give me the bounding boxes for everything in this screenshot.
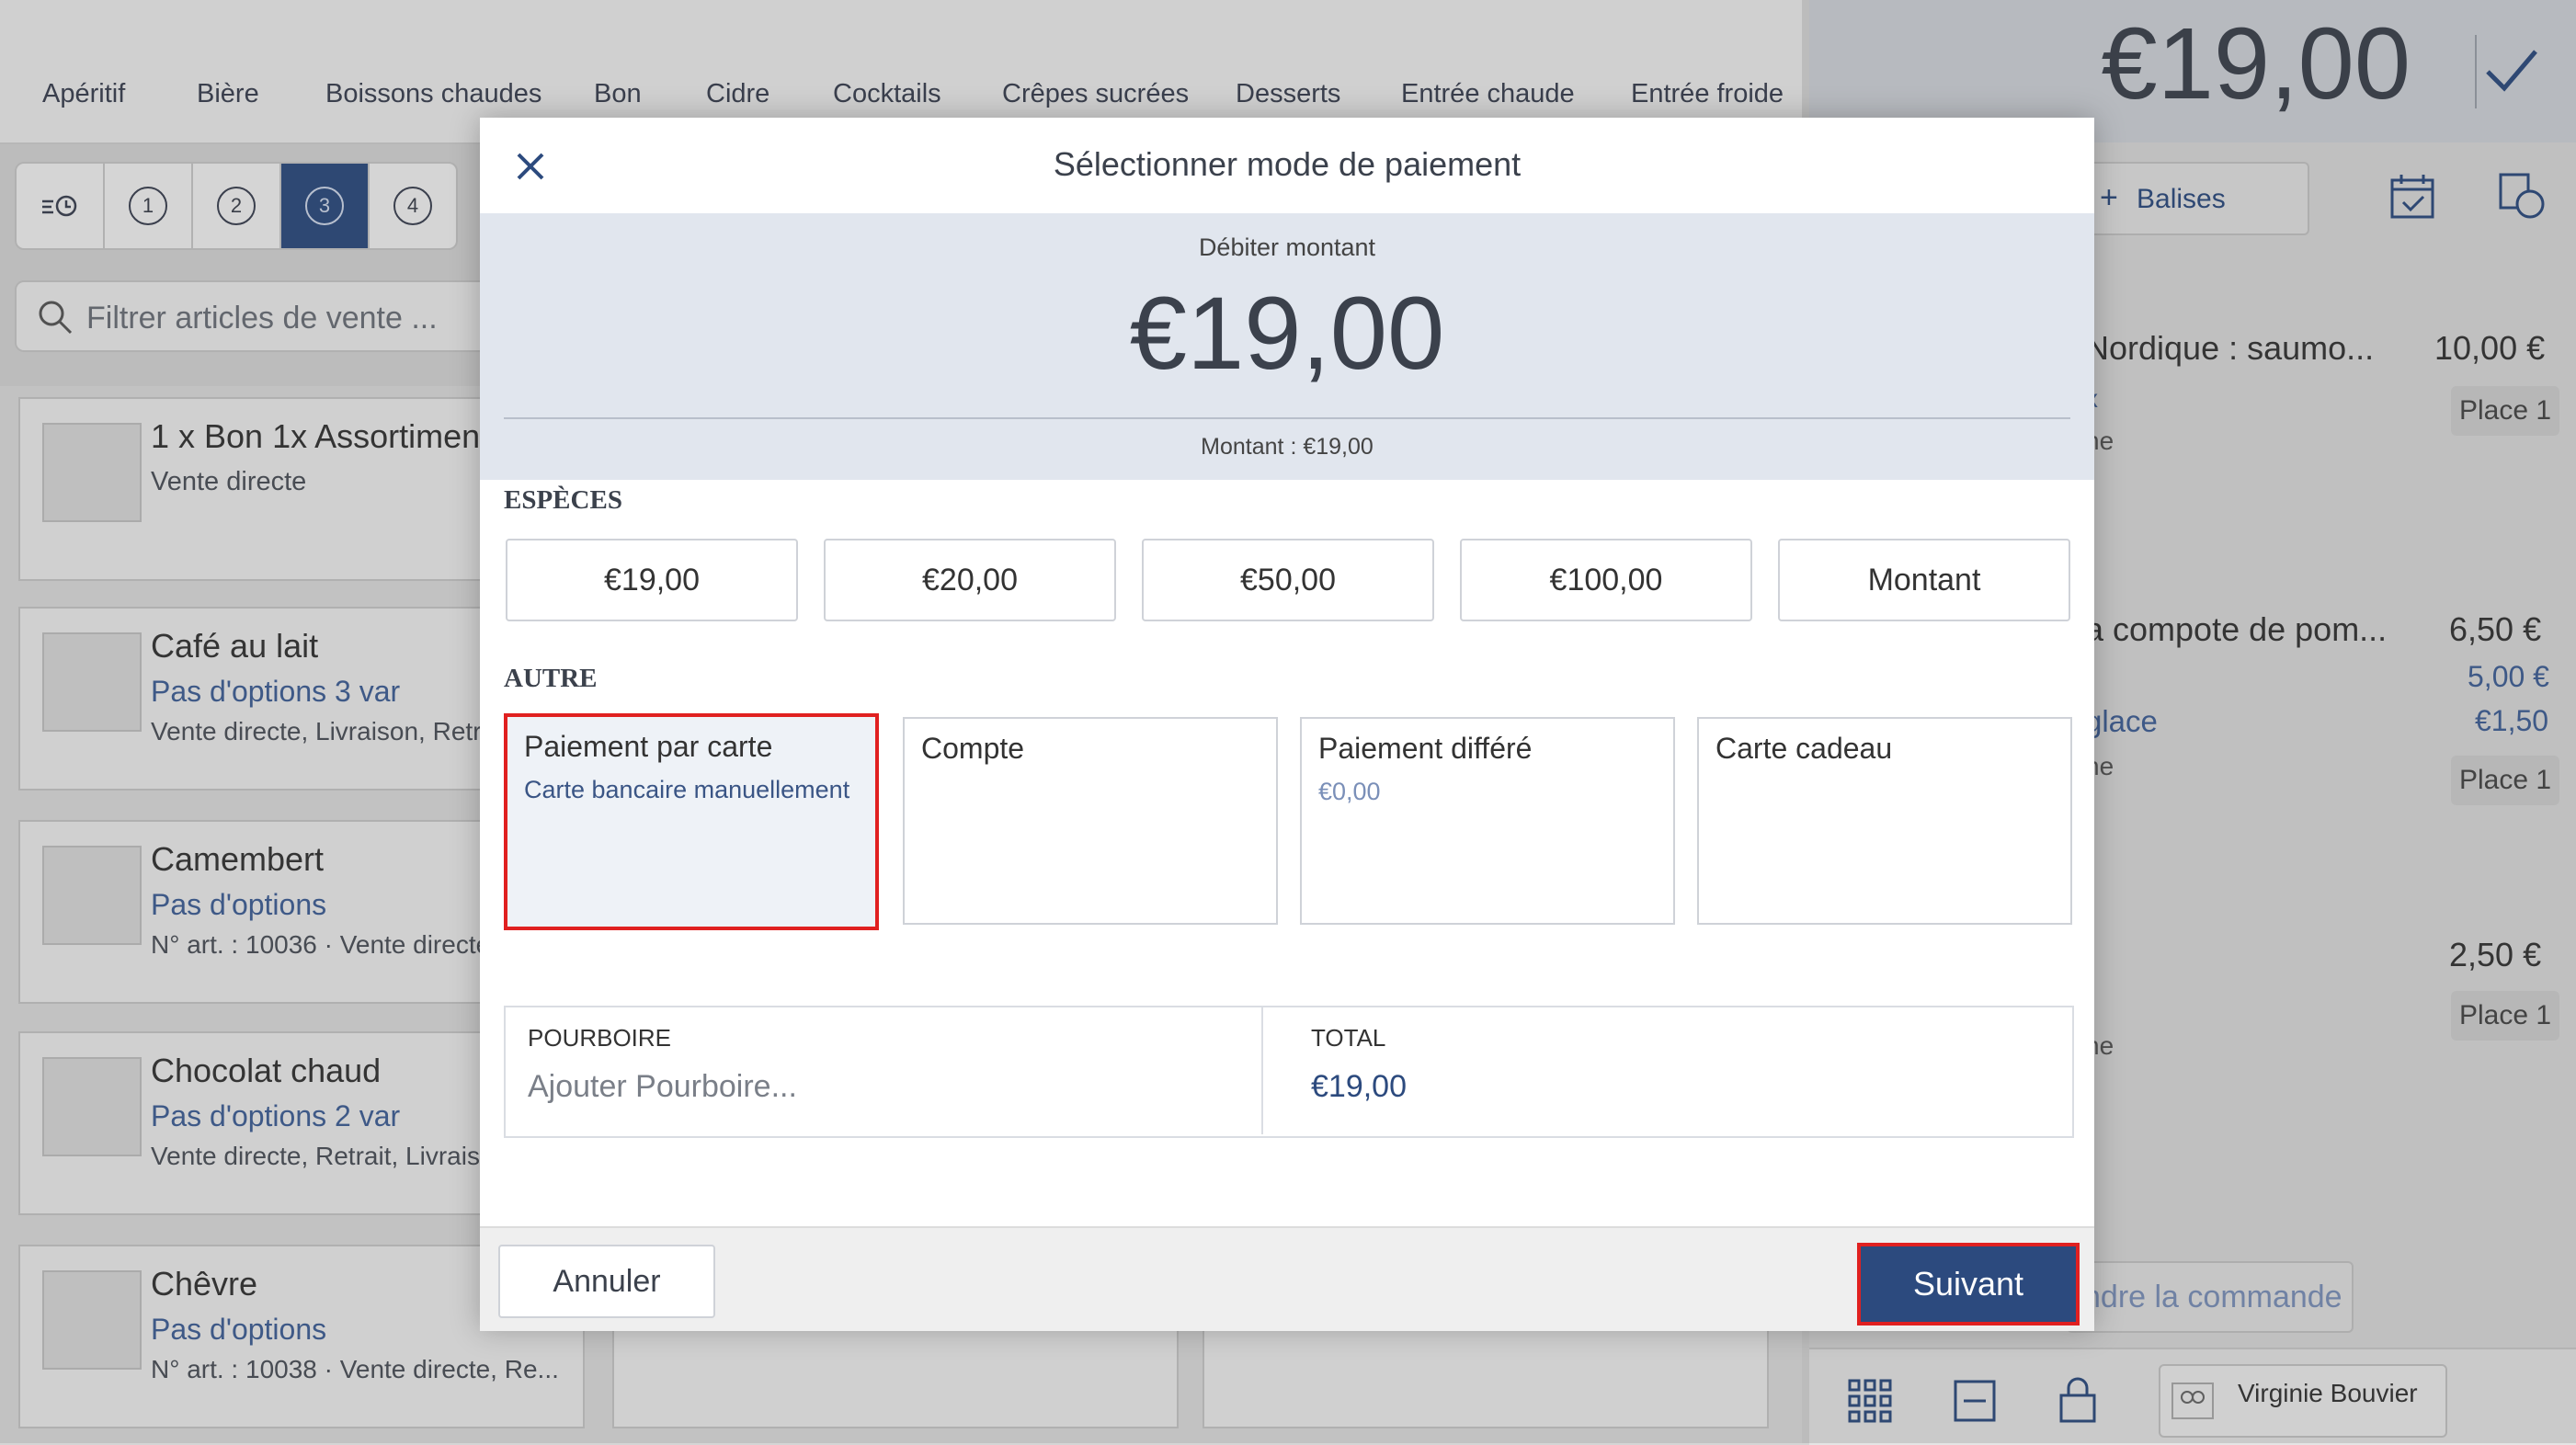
next-button[interactable]: Suivant [1857, 1243, 2080, 1326]
payment-option-subtitle: Carte bancaire manuellement [524, 776, 850, 803]
payment-option-title: Carte cadeau [1715, 732, 1893, 765]
cash-19-button[interactable]: €19,00 [506, 539, 798, 621]
custom-amount-button[interactable]: Montant [1778, 539, 2070, 621]
modal-header: Sélectionner mode de paiement [480, 118, 2094, 213]
cancel-button[interactable]: Annuler [498, 1245, 715, 1318]
payment-option-title: Paiement par carte [524, 730, 773, 763]
cash-50-button[interactable]: €50,00 [1142, 539, 1434, 621]
divider [1261, 1006, 1263, 1134]
total-value: €19,00 [1311, 1069, 1407, 1104]
modal-title: Sélectionner mode de paiement [1053, 145, 1522, 183]
charge-amount-label: Débiter montant [1198, 233, 1376, 261]
cash-section-title: ESPÈCES [504, 485, 622, 515]
tip-input[interactable]: Ajouter Pourboire... [528, 1069, 797, 1105]
other-section-title: AUTRE [504, 664, 598, 693]
amount-summary: Montant : €19,00 [1201, 434, 1373, 460]
payment-option-subtitle: €0,00 [1318, 778, 1381, 805]
account-payment-option[interactable]: Compte [903, 717, 1278, 925]
charge-amount-panel: Débiter montant €19,00 Montant : €19,00 [480, 213, 2094, 480]
payment-option-title: Compte [921, 732, 1025, 765]
cash-100-button[interactable]: €100,00 [1460, 539, 1752, 621]
card-payment-option[interactable]: Paiement par carte Carte bancaire manuel… [504, 713, 879, 930]
total-label: TOTAL [1311, 1024, 1386, 1052]
divider [504, 417, 2070, 419]
cash-20-button[interactable]: €20,00 [824, 539, 1116, 621]
payment-modal: Sélectionner mode de paiement Débiter mo… [480, 118, 2094, 1331]
modal-footer: Annuler Suivant [480, 1226, 2094, 1331]
charge-amount: €19,00 [1129, 276, 1445, 391]
deferred-payment-option[interactable]: Paiement différé €0,00 [1300, 717, 1675, 925]
gift-card-payment-option[interactable]: Carte cadeau [1697, 717, 2072, 925]
tip-label: POURBOIRE [528, 1024, 672, 1052]
payment-option-title: Paiement différé [1318, 732, 1533, 765]
